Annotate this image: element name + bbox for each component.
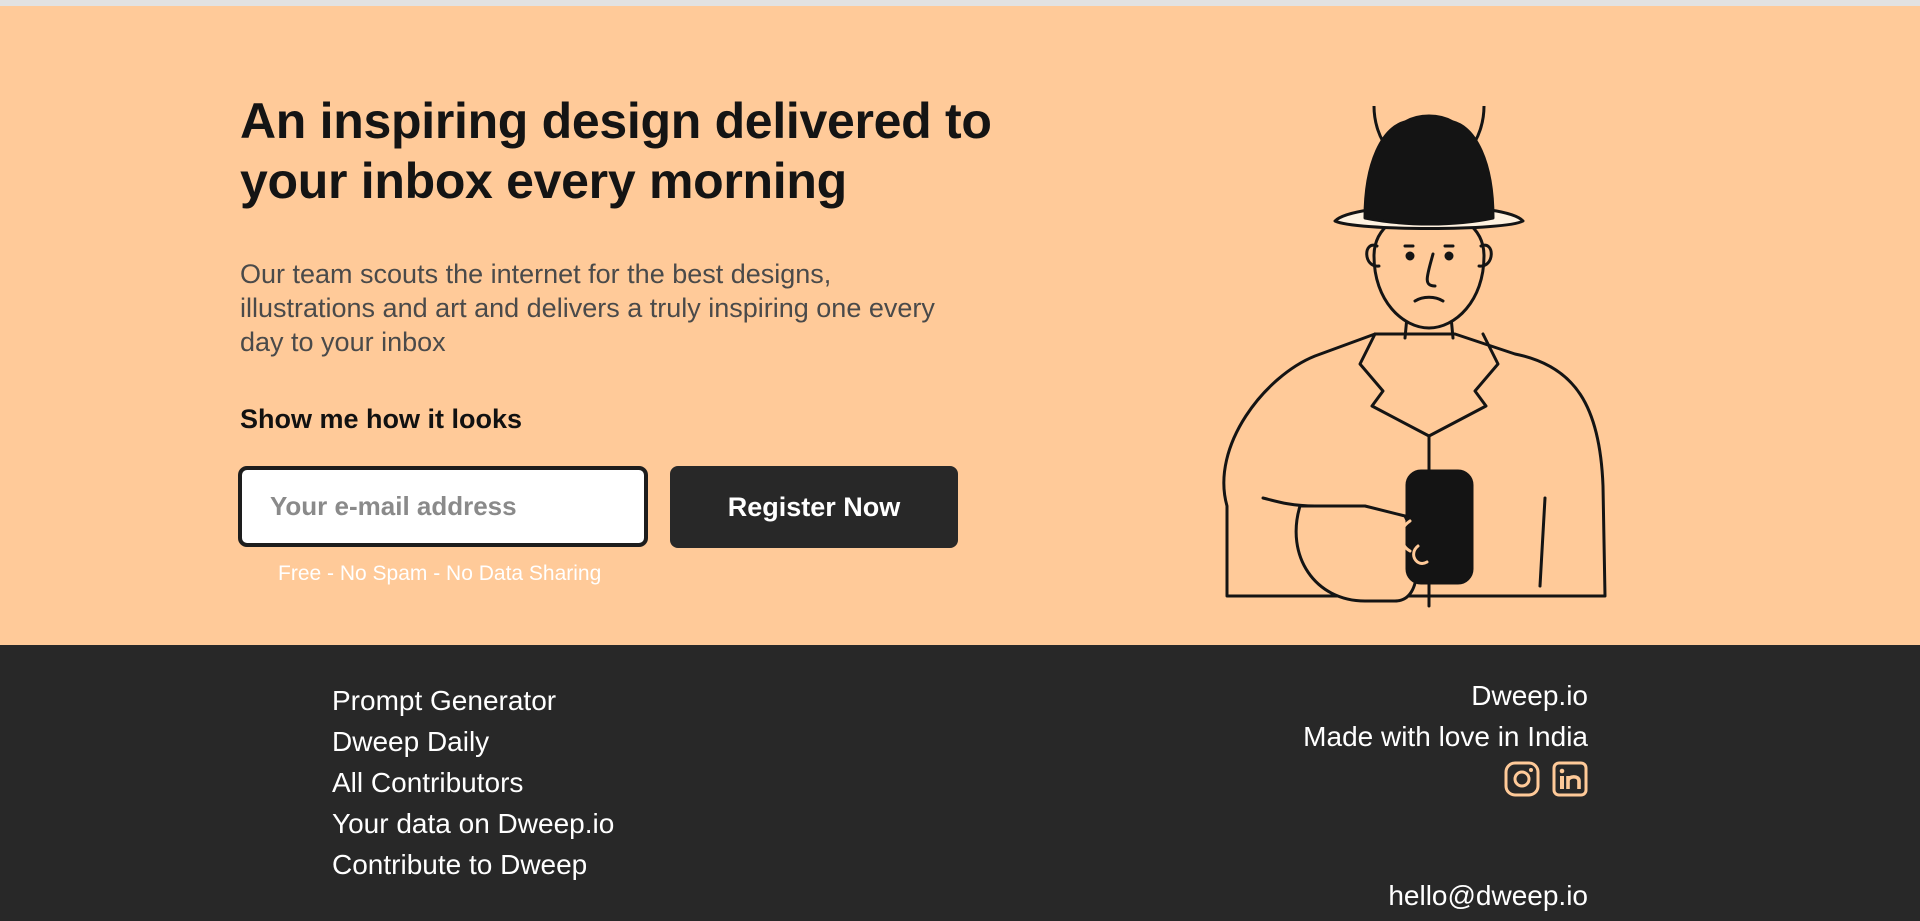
- contact-email-link[interactable]: hello@dweep.io: [1388, 880, 1588, 912]
- site-footer: Prompt Generator Dweep Daily All Contrib…: [0, 645, 1920, 921]
- show-me-label: Show me how it looks: [240, 404, 523, 434]
- linkedin-icon[interactable]: [1552, 761, 1588, 797]
- hero-headline: An inspiring design delivered to your in…: [240, 93, 992, 209]
- hero-section: An inspiring design delivered to your in…: [0, 6, 1920, 645]
- privacy-note: Free - No Spam - No Data Sharing: [278, 562, 602, 585]
- made-with-love-text: Made with love in India: [1303, 721, 1588, 752]
- footer-link-dweep-daily[interactable]: Dweep Daily: [332, 721, 614, 762]
- instagram-icon[interactable]: [1504, 761, 1540, 797]
- social-links: [1303, 761, 1588, 799]
- footer-links: Prompt Generator Dweep Daily All Contrib…: [332, 680, 614, 885]
- footer-link-contribute[interactable]: Contribute to Dweep: [332, 844, 614, 885]
- footer-brand: Dweep.io: [1471, 680, 1588, 711]
- man-with-hat-holding-phone-illustration: [1222, 106, 1607, 608]
- register-now-button[interactable]: Register Now: [670, 466, 958, 548]
- footer-info: Dweep.io Made with love in India hello@d…: [1303, 675, 1588, 911]
- footer-link-all-contributors[interactable]: All Contributors: [332, 762, 614, 803]
- email-input[interactable]: [238, 466, 648, 547]
- footer-link-your-data[interactable]: Your data on Dweep.io: [332, 803, 614, 844]
- footer-link-prompt-generator[interactable]: Prompt Generator: [332, 680, 614, 721]
- hero-subtext: Our team scouts the internet for the bes…: [240, 259, 935, 357]
